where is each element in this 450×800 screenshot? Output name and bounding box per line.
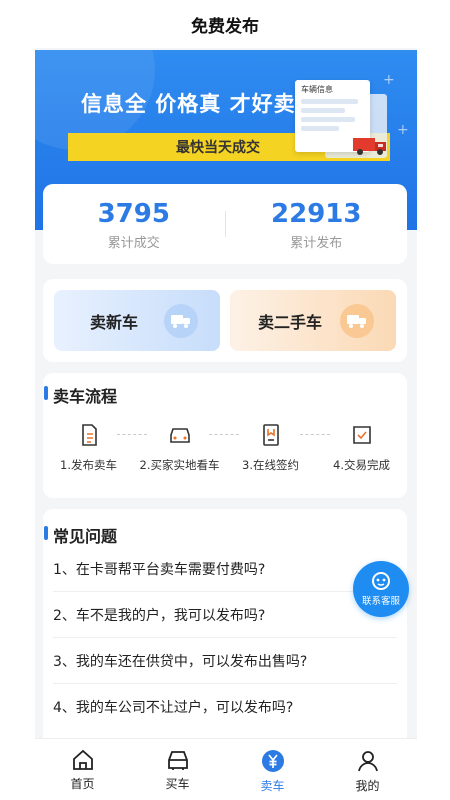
page-title: 免费发布 <box>35 0 417 48</box>
plus-decoration-icon: + <box>383 72 395 88</box>
tab-label: 卖车 <box>260 779 285 793</box>
step-label: 1.发布卖车 <box>60 458 117 472</box>
check-box-icon <box>316 423 407 447</box>
step-label: 4.交易完成 <box>333 458 390 472</box>
bottom-tab-bar: 首页 买车 卖车 我的 <box>35 738 417 800</box>
stat-label: 累计成交 <box>107 235 160 251</box>
sell-new-car-label: 卖新车 <box>90 312 139 332</box>
tab-sell-car[interactable]: 卖车 <box>225 739 320 800</box>
step-connector <box>209 434 239 435</box>
document-icon <box>43 423 134 447</box>
step-connector <box>117 434 147 435</box>
faq-item[interactable]: 4、我的车公司不让过户，可以发布吗? <box>53 684 397 730</box>
stat-label: 累计发布 <box>290 235 343 251</box>
contact-service-label: 联系客服 <box>361 596 400 607</box>
home-icon <box>72 749 93 770</box>
tab-label: 买车 <box>165 777 190 791</box>
app-screen: 免费发布 + + 信息全 价格真 才好卖 最快当天成交 车辆信息 3795 累计… <box>35 0 417 800</box>
tab-label: 首页 <box>70 777 95 791</box>
section-title: 常见问题 <box>43 523 117 547</box>
user-icon <box>357 751 378 772</box>
step-label: 2.买家实地看车 <box>139 458 220 472</box>
sell-options: 卖新车 卖二手车 <box>43 279 407 362</box>
plus-decoration-icon: + <box>397 122 409 138</box>
tab-profile[interactable]: 我的 <box>320 739 415 800</box>
truck-icon <box>164 303 198 338</box>
process-step: 3.在线签约 <box>225 423 316 473</box>
sell-new-car-button[interactable]: 卖新车 <box>54 290 220 351</box>
step-connector <box>300 434 330 435</box>
stats-card: 3795 累计成交 22913 累计发布 <box>43 184 407 264</box>
truck-icon <box>353 138 386 155</box>
tab-buy-car[interactable]: 买车 <box>130 739 225 800</box>
stat-value: 22913 <box>271 198 362 229</box>
faq-item[interactable]: 3、我的车还在供贷中，可以发布出售吗? <box>53 638 397 684</box>
car-icon <box>134 423 225 447</box>
stat-value: 3795 <box>97 198 170 229</box>
sell-used-car-label: 卖二手车 <box>258 312 323 332</box>
faq-item[interactable]: 2、车不是我的户，我可以发布吗? <box>53 592 397 638</box>
step-label: 3.在线签约 <box>242 458 299 472</box>
process-steps: 1.发布卖车 2.买家实地看车 3.在线签约 4.交易完成 <box>43 423 407 473</box>
stat-total-posts: 22913 累计发布 <box>226 198 408 251</box>
tab-home[interactable]: 首页 <box>35 739 130 800</box>
banner-slogan: 信息全 价格真 才好卖 <box>81 92 296 116</box>
sell-process-card: 卖车流程 1.发布卖车 2.买家实地看车 3.在线签约 4.交易完成 <box>43 373 407 498</box>
process-step: 4.交易完成 <box>316 423 407 473</box>
process-step: 2.买家实地看车 <box>134 423 225 473</box>
yen-icon <box>261 750 284 772</box>
vehicle-info-title: 车辆信息 <box>301 85 333 94</box>
faq-card: 常见问题 1、在卡哥帮平台卖车需要付费吗? 2、车不是我的户，我可以发布吗? 3… <box>43 509 407 739</box>
tab-label: 我的 <box>355 779 380 793</box>
stat-total-deals: 3795 累计成交 <box>43 198 225 251</box>
contract-icon <box>225 423 316 447</box>
sell-used-car-button[interactable]: 卖二手车 <box>230 290 396 351</box>
car-front-icon <box>167 751 188 770</box>
truck-icon <box>340 303 374 338</box>
contact-service-button[interactable]: 联系客服 <box>353 561 409 617</box>
chat-robot-icon <box>372 572 390 590</box>
process-step: 1.发布卖车 <box>43 423 134 473</box>
section-title: 卖车流程 <box>43 383 117 407</box>
faq-item[interactable]: 1、在卡哥帮平台卖车需要付费吗? <box>53 546 397 592</box>
